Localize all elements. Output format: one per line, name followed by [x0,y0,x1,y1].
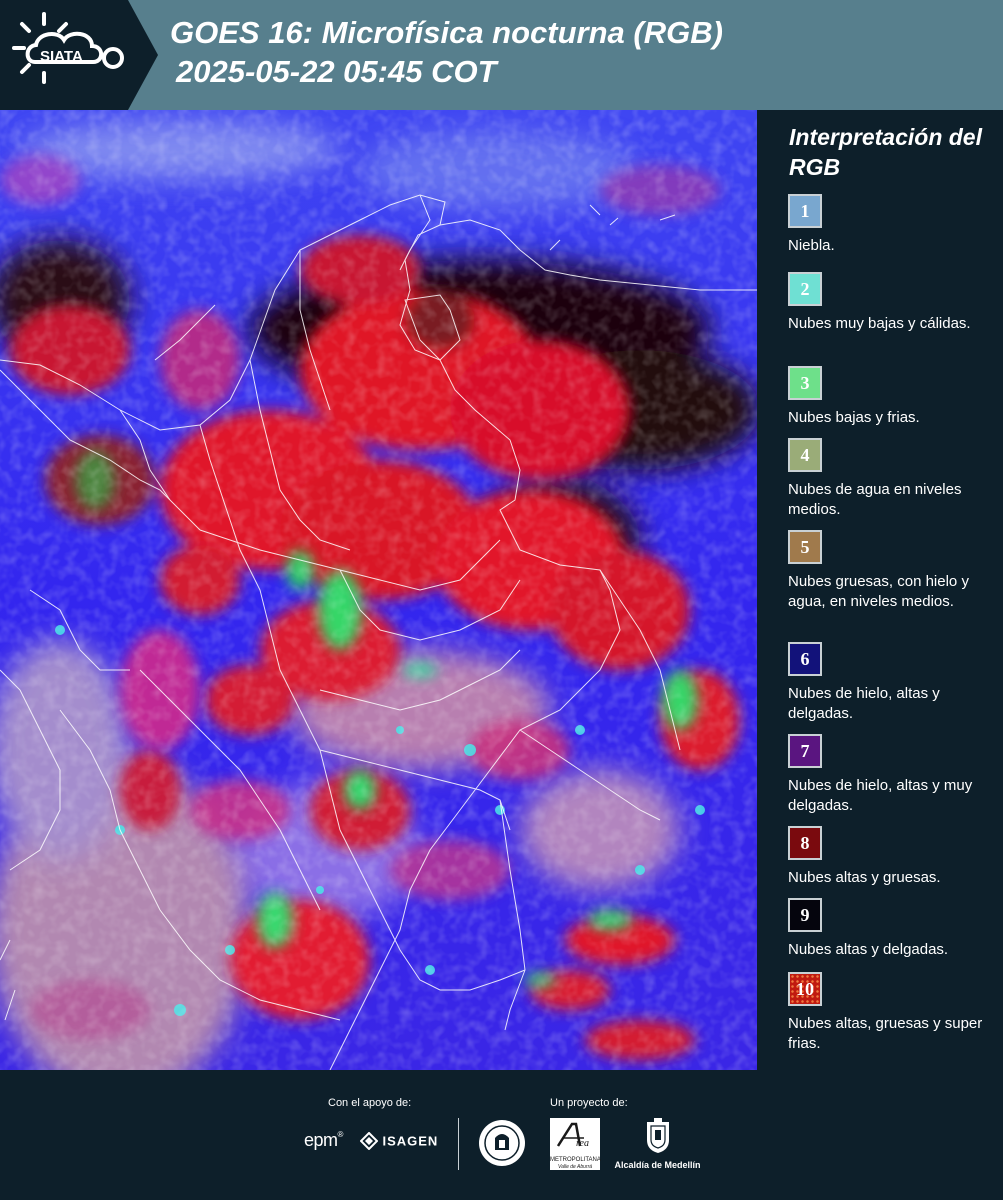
legend-label: Nubes altas, gruesas y super frias. [788,1015,983,1052]
legend-swatch: 9 [788,898,822,932]
epm-logo: epm® [304,1130,344,1150]
legend-swatch: 2 [788,272,822,306]
legend-label: Nubes bajas y frias. [788,409,920,426]
legend-swatch: 4 [788,438,822,472]
isagen-symbol-icon [359,1131,379,1151]
legend-swatch: 8 [788,826,822,860]
project-caption: Un proyecto de: [550,1097,628,1109]
legend-label: Nubes de hielo, altas y delgadas. [788,685,940,722]
legend-label: Nubes gruesas, con hielo y agua, en nive… [788,573,969,610]
legend-item-6: 6 Nubes de hielo, altas y delgadas. [788,642,998,724]
siata-logo: SIATA [0,0,158,110]
legend-label: Nubes de hielo, altas y muy delgadas. [788,777,973,814]
legend-title: Interpretación del RGB [789,124,982,180]
legend-item-4: 4 Nubes de agua en niveles medios. [788,438,998,520]
legend-swatch: 6 [788,642,822,676]
legend-swatch: 10 [788,972,822,1006]
alcaldia-medellin-logo: Alcaldía de Medellín [610,1118,705,1170]
medellin-coat-of-arms-icon [646,1118,669,1153]
header-bar: SIATA GOES 16: Microfísica nocturna (RGB… [0,0,1003,110]
legend-item-7: 7 Nubes de hielo, altas y muy delgadas. [788,734,998,816]
legend-item-2: 2 Nubes muy bajas y cálidas. [788,272,998,334]
legend-item-5: 5 Nubes gruesas, con hielo y agua, en ni… [788,530,998,612]
legend-swatch: 1 [788,194,822,228]
legend-item-3: 3 Nubes bajas y frias. [788,366,998,428]
svg-text:rea: rea [576,1138,589,1149]
legend-label: Nubes altas y gruesas. [788,869,941,886]
footer: Con el apoyo de: Un proyecto de: epm® IS… [0,1070,1003,1200]
legend-item-9: 9 Nubes altas y delgadas. [788,898,998,960]
legend-item-1: 1 Niebla. [788,194,998,256]
legend-label: Nubes altas y delgadas. [788,941,949,958]
legend-item-10: 10 Nubes altas, gruesas y super frias. [788,972,998,1054]
legend-label: Nubes muy bajas y cálidas. [788,315,971,332]
legend-item-8: 8 Nubes altas y gruesas. [788,826,998,888]
seal-logo [477,1118,527,1173]
legend-label: Nubes de agua en niveles medios. [788,481,962,518]
legend-swatch: 7 [788,734,822,768]
page-title: GOES 16: Microfísica nocturna (RGB) [170,15,723,50]
support-caption: Con el apoyo de: [328,1097,412,1109]
legend-swatch: 5 [788,530,822,564]
timestamp: 2025-05-22 05:45 COT [176,54,497,89]
area-metropolitana-logo: rea METROPOLITANA Valle de Aburrá [550,1118,601,1170]
legend-label: Niebla. [788,237,835,254]
legend-swatch: 3 [788,366,822,400]
siata-logo-text: SIATA [40,48,83,65]
isagen-logo: ISAGEN [359,1131,438,1151]
footer-divider [458,1118,459,1170]
satellite-image [0,110,757,1070]
rgb-legend: Interpretación del RGB 1 Niebla. 2 Nubes… [757,110,1003,1070]
